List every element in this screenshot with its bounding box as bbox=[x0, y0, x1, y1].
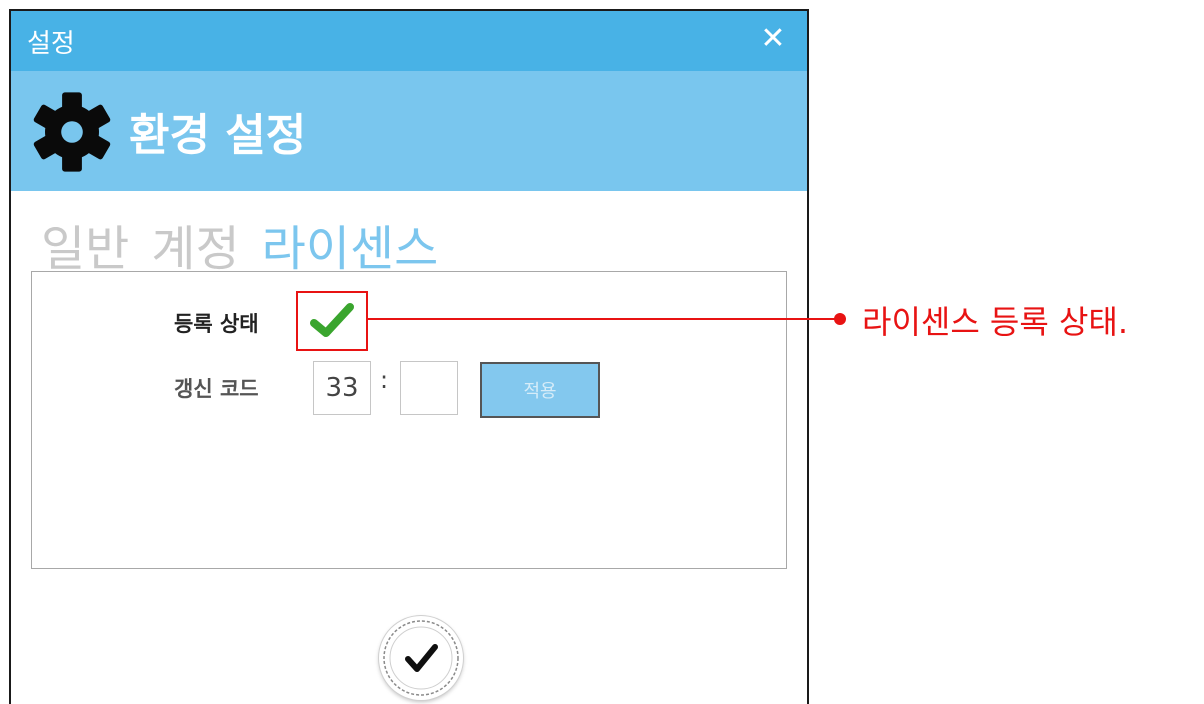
close-icon[interactable]: ✕ bbox=[755, 17, 791, 61]
settings-header: 환경 설정 bbox=[11, 71, 807, 191]
settings-tabs: 일반 계정 라이센스 bbox=[41, 209, 460, 277]
tab-license[interactable]: 라이센스 bbox=[262, 209, 439, 279]
tab-general[interactable]: 일반 bbox=[41, 209, 129, 279]
renewal-code-field-1[interactable] bbox=[313, 361, 371, 415]
tab-account[interactable]: 계정 bbox=[151, 209, 239, 279]
gear-icon bbox=[33, 92, 111, 172]
check-icon bbox=[310, 303, 354, 337]
renewal-code-field-2[interactable] bbox=[400, 361, 458, 415]
settings-heading: 환경 설정 bbox=[129, 110, 307, 161]
callout-text: 라이센스 등록 상태. bbox=[862, 303, 1129, 341]
window-title: 설정 bbox=[27, 29, 75, 59]
title-bar[interactable]: 설정 ✕ bbox=[11, 11, 807, 71]
check-circle-icon bbox=[383, 620, 459, 696]
settings-window: 설정 ✕ 환경 설정 일반 계정 라이센스 등록 상태 갱신 코드 33: 적… bbox=[9, 9, 809, 704]
apply-button[interactable]: 적용 bbox=[480, 362, 600, 418]
code-separator: : bbox=[380, 366, 389, 394]
registration-status-indicator bbox=[296, 291, 368, 351]
license-panel: 등록 상태 갱신 코드 : 적용 bbox=[31, 271, 787, 569]
confirm-button[interactable] bbox=[379, 616, 463, 700]
registration-status-label: 등록 상태 bbox=[174, 312, 259, 336]
renewal-code-label: 갱신 코드 bbox=[174, 377, 259, 401]
